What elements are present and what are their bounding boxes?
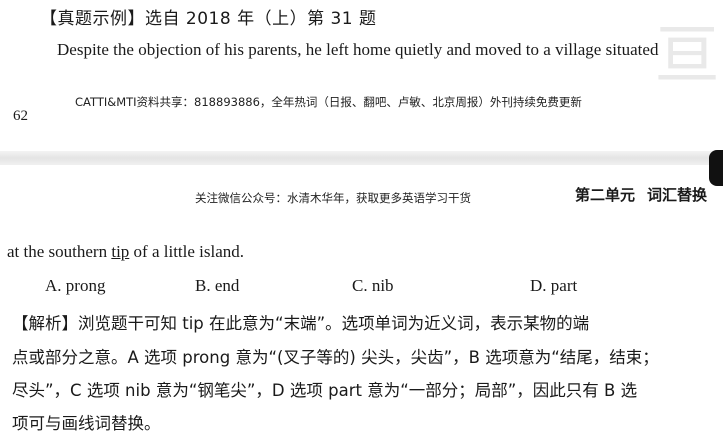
- page-number: 62: [13, 108, 28, 124]
- unit-label: 第二单元: [575, 186, 636, 204]
- analysis-line: 项可与画线词替换。: [12, 414, 161, 433]
- underlined-word: tip: [111, 242, 130, 261]
- page-divider: [0, 151, 723, 165]
- question-line-1: Despite the objection of his parents, he…: [57, 40, 659, 59]
- watermark-glyph: 亘: [655, 19, 719, 93]
- analysis-line: 尽头”，C 选项 nib 意为“钢笔尖”，D 选项 part 意为“一部分；局部…: [12, 381, 638, 400]
- unit-topic: 词汇替换: [647, 186, 708, 204]
- question-line-2: at the southern tip of a little island.: [7, 242, 244, 262]
- footer-note: CATTI&MTI资料共享：818893886，全年热词（日报、翻吧、卢敏、北京…: [75, 95, 582, 109]
- analysis-line: 【解析】浏览题干可知 tip 在此意为“末端”。选项单词为近义词，表示某物的端: [12, 314, 590, 333]
- example-heading: 【真题示例】选自 2018 年（上）第 31 题: [40, 9, 377, 29]
- question-text-before: at the southern: [7, 242, 112, 261]
- header-note: 关注微信公众号：水清木华年，获取更多英语学习干货: [195, 191, 471, 205]
- option-b: B. end: [195, 276, 240, 295]
- option-d: D. part: [530, 276, 578, 295]
- unit-title: 第二单元 词汇替换: [575, 184, 707, 205]
- option-c: C. nib: [352, 276, 394, 295]
- option-a: A. prong: [45, 276, 106, 295]
- analysis-line: 点或部分之意。A 选项 prong 意为“(叉子等的) 尖头，尖齿”，B 选项意…: [12, 348, 659, 367]
- question-text-after: of a little island.: [129, 242, 245, 261]
- page-edge-mark: [709, 150, 723, 186]
